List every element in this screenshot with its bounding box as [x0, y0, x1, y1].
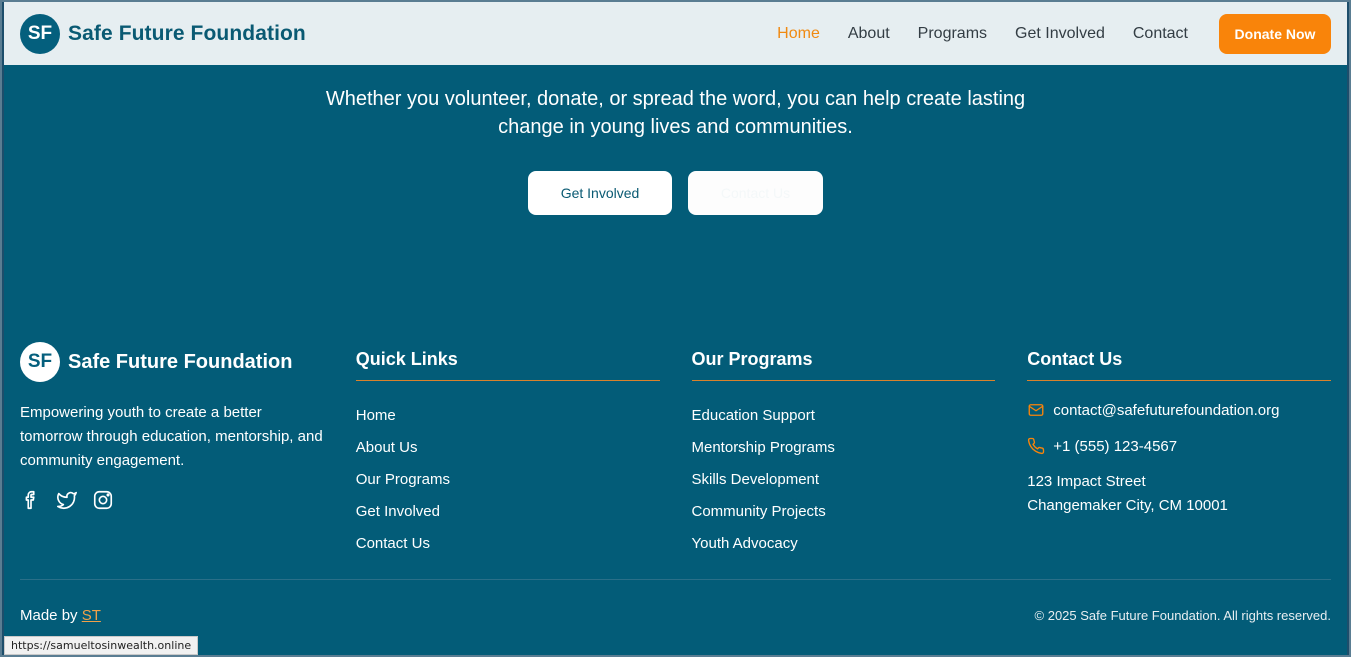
made-by-prefix: Made by	[20, 607, 78, 624]
footer-link-programs[interactable]: Our Programs	[356, 464, 660, 496]
footer-logo-badge: SF	[20, 342, 60, 382]
footer-link-home[interactable]: Home	[356, 400, 660, 432]
address-line-2: Changemaker City, CM 10001	[1027, 497, 1228, 514]
footer-brand-name: Safe Future Foundation	[68, 350, 293, 373]
phone-icon	[1028, 437, 1045, 455]
nav-home[interactable]: Home	[777, 25, 820, 43]
contact-address: 123 Impact Street Changemaker City, CM 1…	[1027, 470, 1331, 518]
quick-links-title: Quick Links	[355, 342, 660, 381]
mail-icon	[1028, 404, 1044, 416]
program-link[interactable]: Skills Development	[692, 464, 996, 496]
cta-line-1: Whether you volunteer, donate, or spread…	[325, 88, 1026, 110]
social-links	[20, 489, 324, 511]
contact-us-button[interactable]: Contact Us	[688, 171, 823, 215]
nav-get-involved[interactable]: Get Involved	[1015, 25, 1105, 43]
contact-phone-text: +1 (555) 123-4567	[1053, 437, 1178, 455]
footer-quick-links: Quick Links Home About Us Our Programs G…	[355, 342, 660, 560]
programs-title: Our Programs	[691, 342, 996, 381]
footer-contact: Contact Us contact@safefuturefoundation.…	[1027, 342, 1331, 560]
footer-columns: SF Safe Future Foundation Empowering you…	[20, 342, 1331, 560]
twitter-icon[interactable]	[56, 489, 78, 511]
address-line-1: 123 Impact Street	[1027, 473, 1146, 490]
contact-list: contact@safefuturefoundation.org +1 (555…	[1027, 392, 1331, 464]
footer-link-about[interactable]: About Us	[356, 432, 660, 464]
logo-badge[interactable]: SF	[20, 13, 60, 54]
facebook-icon[interactable]	[20, 489, 42, 511]
nav-contact[interactable]: Contact	[1133, 25, 1188, 43]
footer-link-get-involved[interactable]: Get Involved	[356, 496, 660, 528]
get-involved-button[interactable]: Get Involved	[528, 171, 672, 215]
main-nav: Home About Programs Get Involved Contact…	[749, 13, 1331, 54]
program-link[interactable]: Mentorship Programs	[692, 432, 996, 464]
contact-email-text: contact@safefuturefoundation.org	[1053, 401, 1280, 419]
donate-button[interactable]: Donate Now	[1219, 13, 1331, 54]
footer-link-contact[interactable]: Contact Us	[356, 528, 660, 560]
program-link[interactable]: Youth Advocacy	[692, 528, 996, 560]
footer-description: Empowering youth to create a better tomo…	[20, 404, 323, 469]
page: SF Safe Future Foundation Home About Pro…	[2, 2, 1349, 655]
made-by: Made by ST	[20, 607, 101, 624]
brand-name[interactable]: Safe Future Foundation	[68, 22, 306, 46]
program-link[interactable]: Community Projects	[692, 496, 996, 528]
footer-programs: Our Programs Education Support Mentorshi…	[691, 342, 996, 560]
cta-line-2: change in young lives and communities.	[498, 116, 853, 138]
link-status-bar: https://samueltosinwealth.online	[4, 636, 199, 655]
copyright: © 2025 Safe Future Foundation. All right…	[1034, 608, 1331, 623]
quick-links-list: Home About Us Our Programs Get Involved …	[356, 400, 660, 560]
contact-phone[interactable]: +1 (555) 123-4567	[1027, 428, 1331, 464]
footer-logo: SF Safe Future Foundation	[20, 342, 324, 382]
contact-title: Contact Us	[1027, 342, 1331, 381]
contact-email[interactable]: contact@safefuturefoundation.org	[1027, 392, 1331, 428]
cta-buttons: Get Involved Contact Us	[4, 171, 1347, 215]
cta-message: Whether you volunteer, donate, or spread…	[4, 85, 1347, 141]
nav-programs[interactable]: Programs	[918, 25, 987, 43]
program-link[interactable]: Education Support	[692, 400, 996, 432]
programs-list: Education Support Mentorship Programs Sk…	[692, 400, 996, 560]
author-link[interactable]: ST	[82, 607, 101, 624]
nav-about[interactable]: About	[848, 25, 890, 43]
footer-about: SF Safe Future Foundation Empowering you…	[20, 342, 324, 560]
site-header: SF Safe Future Foundation Home About Pro…	[4, 2, 1347, 65]
footer-divider	[20, 579, 1331, 580]
instagram-icon[interactable]	[92, 489, 114, 511]
